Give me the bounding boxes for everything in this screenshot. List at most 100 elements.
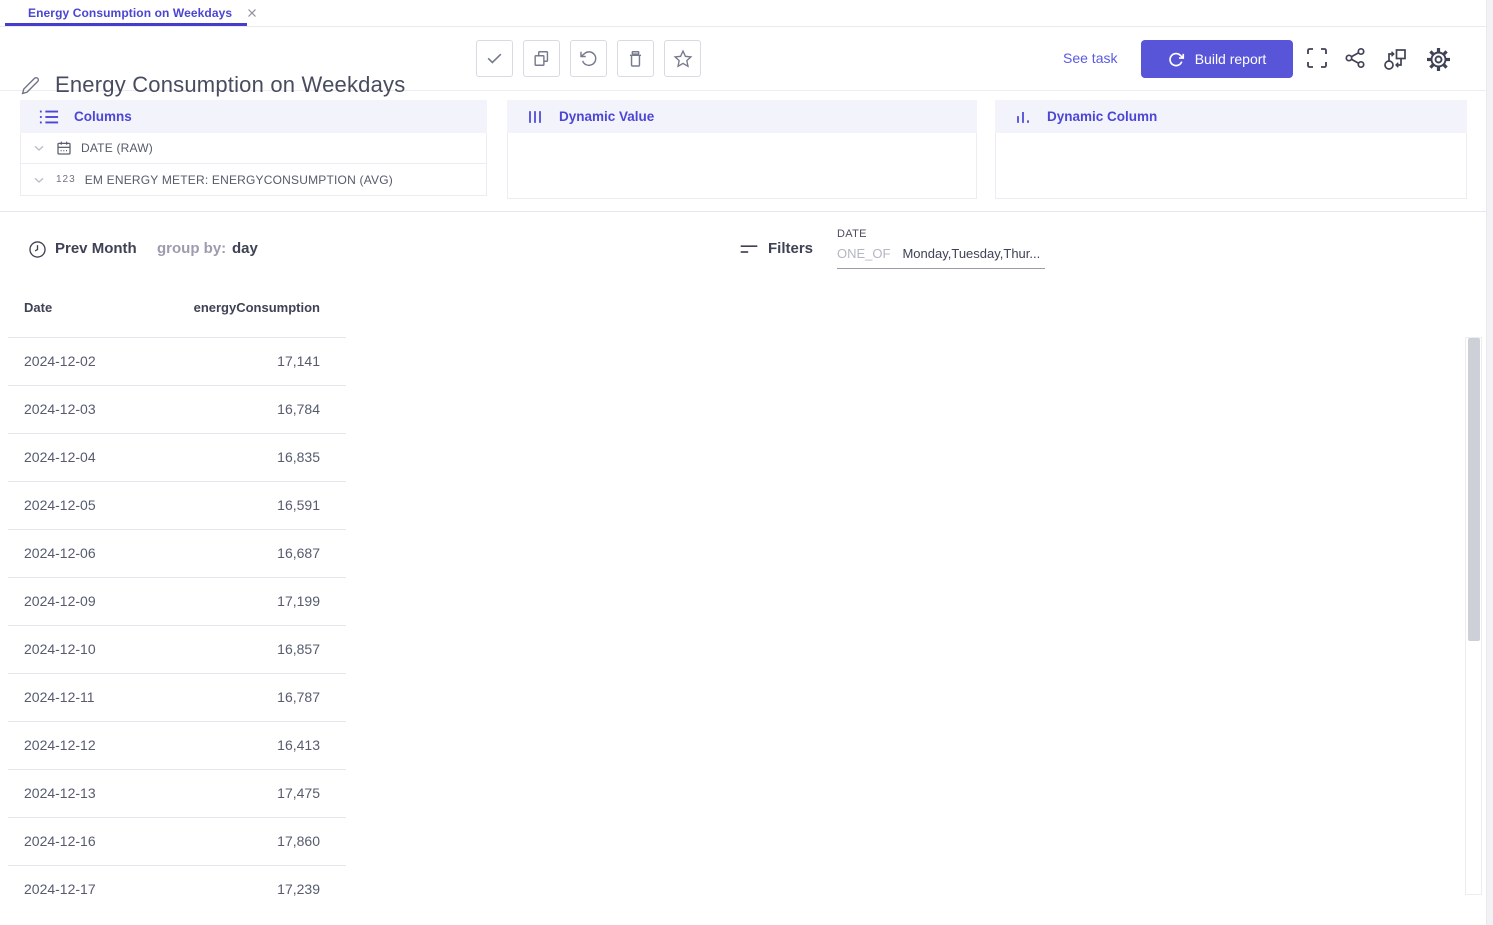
app-window: Energy Consumption on Weekdays Energy Co… [0, 0, 1493, 925]
build-report-label: Build report [1195, 51, 1267, 67]
group-by-label: group by: [157, 240, 226, 257]
columns-panel-header: Columns [20, 100, 487, 133]
table-cell-value: 17,141 [277, 353, 320, 369]
refresh-icon [1168, 51, 1185, 68]
table-cell-value: 16,857 [277, 641, 320, 657]
copy-icon [532, 49, 551, 68]
table-header-date: Date [24, 300, 52, 315]
table-row[interactable]: 2024-12-06 16,687 [8, 529, 346, 577]
tab-label: Energy Consumption on Weekdays [28, 6, 232, 20]
dynamic-column-panel: Dynamic Column [995, 100, 1467, 199]
window-right-edge [1486, 0, 1493, 925]
column-item-label: EM ENERGY METER: ENERGYCONSUMPTION (AVG) [85, 173, 393, 187]
columns-panel: Columns DATE (RAW) 123 EM ENERGY METER: … [20, 100, 487, 196]
table-cell-value: 16,413 [277, 737, 320, 753]
column-item-energy[interactable]: 123 EM ENERGY METER: ENERGYCONSUMPTION (… [21, 164, 486, 195]
column-item-date[interactable]: DATE (RAW) [21, 133, 486, 164]
columns-panel-title: Columns [74, 109, 132, 124]
column-chart-icon [1013, 107, 1033, 127]
results-table: Date energyConsumption 2024-12-02 17,141… [8, 300, 346, 913]
check-icon [485, 49, 504, 68]
table-cell-date: 2024-12-11 [24, 689, 95, 705]
dynamic-value-panel-header: Dynamic Value [507, 100, 977, 133]
table-cell-value: 17,199 [277, 593, 320, 609]
column-item-label: DATE (RAW) [81, 141, 153, 155]
table-row[interactable]: 2024-12-11 16,787 [8, 673, 346, 721]
table-cell-date: 2024-12-12 [24, 737, 96, 753]
columns-panel-body: DATE (RAW) 123 EM ENERGY METER: ENERGYCO… [20, 133, 487, 196]
dynamic-column-panel-title: Dynamic Column [1047, 109, 1157, 124]
settings-icon[interactable] [1425, 46, 1452, 73]
dynamic-column-panel-header: Dynamic Column [995, 100, 1467, 133]
table-cell-date: 2024-12-09 [24, 593, 96, 609]
filter-icon [739, 240, 759, 259]
table-cell-value: 16,591 [277, 497, 320, 513]
see-task-link[interactable]: See task [1063, 50, 1117, 66]
rotate-ccw-icon [579, 49, 598, 68]
calendar-icon [56, 140, 72, 156]
pencil-icon[interactable] [21, 76, 40, 95]
table-cell-value: 17,239 [277, 881, 320, 897]
table-cell-date: 2024-12-04 [24, 449, 96, 465]
numeric-123-icon: 123 [56, 174, 76, 185]
vertical-scrollbar-thumb[interactable] [1468, 338, 1480, 641]
dynamic-column-panel-body[interactable] [995, 133, 1467, 199]
table-header-energy: energyConsumption [194, 300, 320, 315]
delete-button[interactable] [617, 40, 654, 77]
approve-button[interactable] [476, 40, 513, 77]
table-row[interactable]: 2024-12-16 17,860 [8, 817, 346, 865]
table-cell-value: 17,860 [277, 833, 320, 849]
dynamic-value-panel-title: Dynamic Value [559, 109, 654, 124]
section-divider [0, 211, 1493, 212]
dynamic-value-panel: Dynamic Value [507, 100, 977, 199]
flow-icon[interactable] [1382, 46, 1408, 72]
group-by-value: day [232, 240, 258, 257]
share-icon[interactable] [1343, 46, 1367, 70]
table-cell-value: 16,687 [277, 545, 320, 561]
table-cell-date: 2024-12-10 [24, 641, 96, 657]
table-row[interactable]: 2024-12-02 17,141 [8, 337, 346, 385]
table-row[interactable]: 2024-12-10 16,857 [8, 625, 346, 673]
table-cell-value: 16,784 [277, 401, 320, 417]
table-row[interactable]: 2024-12-12 16,413 [8, 721, 346, 769]
filter-operator: ONE_OF [837, 246, 890, 261]
dynamic-value-panel-body[interactable] [507, 133, 977, 199]
duplicate-button[interactable] [523, 40, 560, 77]
table-row[interactable]: 2024-12-03 16,784 [8, 385, 346, 433]
title-bar: Energy Consumption on Weekdays See task … [0, 27, 1493, 91]
reset-button[interactable] [570, 40, 607, 77]
table-row[interactable]: 2024-12-17 17,239 [8, 865, 346, 913]
filters-label: Filters [768, 240, 813, 257]
tab-active-indicator [5, 23, 247, 26]
table-row[interactable]: 2024-12-04 16,835 [8, 433, 346, 481]
fullscreen-icon[interactable] [1305, 46, 1329, 70]
vertical-scrollbar-track[interactable] [1465, 337, 1482, 895]
tab-bar: Energy Consumption on Weekdays [0, 0, 1493, 27]
chevron-down-icon[interactable] [31, 140, 47, 156]
table-cell-date: 2024-12-06 [24, 545, 96, 561]
table-row[interactable]: 2024-12-05 16,591 [8, 481, 346, 529]
toolbar [476, 40, 701, 77]
table-cell-date: 2024-12-17 [24, 881, 96, 897]
build-report-button[interactable]: Build report [1141, 40, 1293, 78]
chevron-down-icon[interactable] [31, 172, 47, 188]
list-icon [38, 107, 60, 127]
filter-field: DATE [837, 228, 1045, 240]
star-icon [673, 49, 693, 69]
table-row[interactable]: 2024-12-13 17,475 [8, 769, 346, 817]
favorite-button[interactable] [664, 40, 701, 77]
table-cell-date: 2024-12-16 [24, 833, 96, 849]
vertical-bars-icon [525, 107, 545, 127]
clock-icon [28, 240, 47, 259]
table-body: 2024-12-02 17,141 2024-12-03 16,784 2024… [8, 337, 346, 913]
close-icon[interactable] [246, 7, 258, 19]
filter-chip-date[interactable]: DATE ONE_OF Monday,Tuesday,Thur... [837, 228, 1045, 269]
table-row[interactable]: 2024-12-09 17,199 [8, 577, 346, 625]
table-header: Date energyConsumption [8, 300, 346, 337]
table-cell-value: 17,475 [277, 785, 320, 801]
table-cell-value: 16,835 [277, 449, 320, 465]
table-cell-date: 2024-12-03 [24, 401, 96, 417]
table-cell-date: 2024-12-13 [24, 785, 96, 801]
trash-icon [626, 49, 645, 68]
table-cell-value: 16,787 [277, 689, 320, 705]
